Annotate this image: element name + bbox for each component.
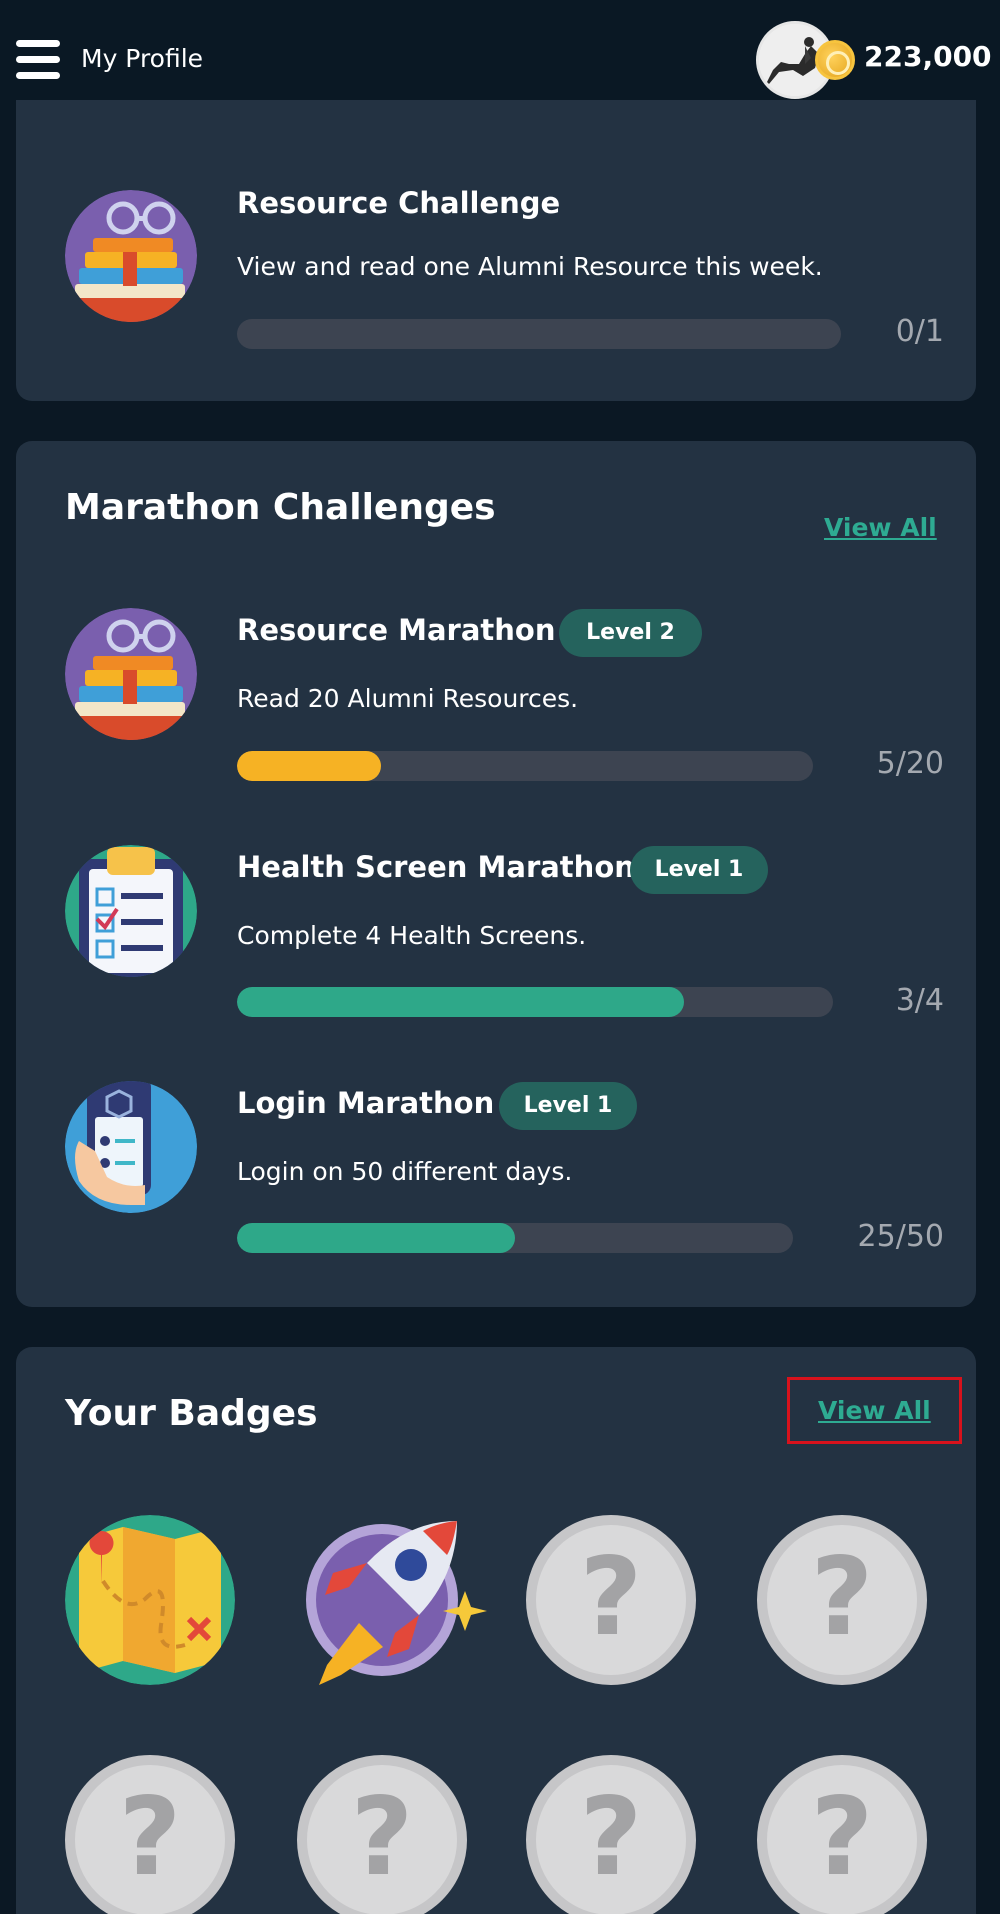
challenge-name: Resource Challenge <box>237 186 561 220</box>
books-icon <box>65 190 197 322</box>
question-mark-icon: ? <box>118 1775 182 1900</box>
progress-count: 3/4 <box>895 983 944 1018</box>
challenge-description: Login on 50 different days. <box>237 1157 573 1186</box>
question-mark-icon: ? <box>810 1535 874 1660</box>
progress-fill <box>237 751 381 781</box>
progress-fill <box>237 1223 515 1253</box>
page-title: My Profile <box>81 44 204 73</box>
progress-bar <box>237 319 841 349</box>
clipboard-checklist-icon <box>65 845 197 977</box>
challenge-name: Health Screen Marathon <box>237 850 635 884</box>
weekly-challenge-card: Resource Challenge View and read one Alu… <box>16 100 976 401</box>
progress-bar <box>237 987 833 1017</box>
rocket-icon[interactable] <box>297 1515 487 1685</box>
section-title: Your Badges <box>65 1393 318 1434</box>
challenge-name: Login Marathon <box>237 1086 495 1120</box>
locked-badge[interactable]: ? <box>526 1515 696 1685</box>
locked-badge[interactable]: ? <box>65 1755 235 1914</box>
progress-count: 5/20 <box>876 746 944 781</box>
view-all-marathon-link[interactable]: View All <box>824 513 937 542</box>
treasure-map-icon[interactable] <box>65 1515 235 1685</box>
question-mark-icon: ? <box>579 1775 643 1900</box>
view-all-badges-link[interactable]: View All <box>787 1377 962 1444</box>
locked-badge[interactable]: ? <box>526 1755 696 1914</box>
locked-badge[interactable]: ? <box>297 1755 467 1914</box>
hamburger-menu-icon[interactable] <box>16 40 60 79</box>
coin-icon <box>815 40 855 80</box>
level-badge: Level 1 <box>630 846 768 894</box>
points-balance: 223,000 <box>864 40 992 73</box>
challenge-description: Complete 4 Health Screens. <box>237 921 587 950</box>
progress-bar <box>237 1223 793 1253</box>
phone-in-hand-icon <box>65 1081 197 1213</box>
locked-badge[interactable]: ? <box>757 1755 927 1914</box>
question-mark-icon: ? <box>350 1775 414 1900</box>
challenge-description: View and read one Alumni Resource this w… <box>237 252 823 281</box>
challenge-name: Resource Marathon <box>237 613 556 647</box>
level-badge: Level 2 <box>559 609 702 657</box>
books-icon <box>65 608 197 740</box>
progress-count: 25/50 <box>857 1219 944 1254</box>
section-title: Marathon Challenges <box>65 487 496 528</box>
question-mark-icon: ? <box>579 1535 643 1660</box>
progress-fill <box>237 987 684 1017</box>
progress-count: 0/1 <box>895 314 944 349</box>
marathon-challenges-card: Marathon Challenges View All Resource Ma… <box>16 441 976 1307</box>
question-mark-icon: ? <box>810 1775 874 1900</box>
level-badge: Level 1 <box>499 1082 637 1130</box>
progress-bar <box>237 751 813 781</box>
challenge-description: Read 20 Alumni Resources. <box>237 684 579 713</box>
badges-card: Your Badges View All ? ? ? ? ? ? <box>16 1347 976 1914</box>
locked-badge[interactable]: ? <box>757 1515 927 1685</box>
